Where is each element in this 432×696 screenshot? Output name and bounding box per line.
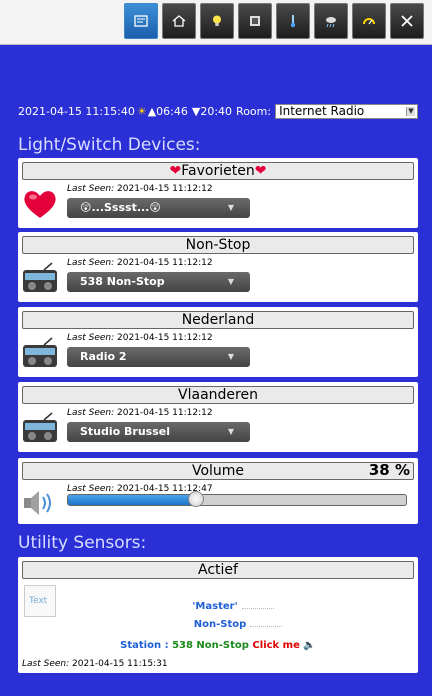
dropdown-value: Radio 2 [80,350,127,363]
utility-title: Actief [22,561,414,579]
chevron-down-icon: ▼ [227,277,234,286]
last-seen: Last Seen: 2021-04-15 11:12:12 [67,333,213,343]
last-seen-label: Last Seen: [67,184,115,194]
station-dropdown[interactable]: Studio Brussel ▼ [67,422,250,442]
status-line: 2021-04-15 11:15:40 ☀ ▲06:46 ▼20:40 Room… [18,103,418,119]
nav-scenes-button[interactable] [238,3,272,39]
station-dropdown[interactable]: 538 Non-Stop ▼ [67,272,250,292]
dashboard-icon [134,15,148,27]
top-nav-bar [0,0,432,45]
chevron-down-icon: ▼ [227,427,234,436]
device-card-nederland: Nederland Last Seen: 2021-04-15 11:12:12… [18,307,418,377]
device-card-non-stop: Non-Stop Last Seen: 2021-04-15 11:12:12 … [18,232,418,302]
radio-icon [23,412,57,442]
text-icon-label: Text [29,596,48,606]
nonstop-label: Non-Stop [188,619,288,630]
utility-section-title: Utility Sensors: [18,533,147,553]
device-card-vlaanderen: Vlaanderen Last Seen: 2021-04-15 11:12:1… [18,382,418,452]
text-sensor-icon: Text [24,585,56,617]
nav-temperature-button[interactable] [276,3,310,39]
tools-icon [401,15,413,27]
last-seen-value: 2021-04-15 11:15:31 [72,659,168,669]
devices-section-title: Light/Switch Devices: [18,135,201,155]
heart-icon: ❤ [169,163,182,179]
film-icon [250,16,260,26]
last-seen-label: Last Seen: [67,333,115,343]
heart-icon [24,191,56,218]
sun-icon: ☀ [136,104,147,118]
master-text: 'Master' [192,601,238,612]
radio-icon [23,262,57,292]
divider [241,608,274,609]
speaker-icon[interactable]: 🔈 [303,640,315,651]
last-seen: Last Seen: 2021-04-15 11:12:12 [67,184,213,194]
dropdown-value: Studio Brussel [80,425,171,438]
dropdown-value: 😲...Sssst...😲 [80,201,161,214]
chevron-down-icon: ▼ [227,352,234,361]
speaker-icon [24,491,51,515]
chevron-down-icon: ▼ [227,203,234,212]
last-seen-label: Last Seen: [67,484,115,494]
room-select-value: Internet Radio [279,103,365,118]
lightbulb-icon [213,15,221,26]
gauge-icon [363,18,375,25]
volume-slider[interactable] [67,494,407,506]
sunrise-time: ▲06:46 [147,104,188,118]
device-title: Nederland [22,311,414,329]
device-title: Non-Stop [22,236,414,254]
nav-utility-button[interactable] [352,3,386,39]
nav-house-button[interactable] [162,3,196,39]
thermometer-icon [290,15,296,28]
last-seen: Last Seen: 2021-04-15 11:15:31 [22,659,168,669]
house-icon [172,15,186,27]
nav-weather-button[interactable] [314,3,348,39]
last-seen-value: 2021-04-15 11:12:12 [117,408,213,418]
click-me-link[interactable]: Click me [252,640,299,651]
device-title: Vlaanderen [22,386,414,404]
device-title: ❤Favorieten❤ [22,162,414,180]
volume-slider-fill [68,495,197,505]
current-datetime: 2021-04-15 11:15:40 [18,104,135,118]
last-seen: Last Seen: 2021-04-15 11:12:12 [67,408,213,418]
sunset-time: ▼20:40 [191,104,233,118]
device-title-text: Favorieten [181,163,255,179]
station-label: Station : [120,640,169,651]
utility-card-actief: Actief Text 'Master' Non-Stop Station : … [18,557,418,673]
station-dropdown[interactable]: Radio 2 ▼ [67,347,250,367]
radio-icon [23,337,57,367]
nonstop-text: Non-Stop [193,619,247,630]
weather-icon [326,17,336,28]
device-card-favorieten: ❤Favorieten❤ Last Seen: 2021-04-15 11:12… [18,158,418,228]
station-line: Station : 538 Non-Stop Click me 🔈 [18,640,418,651]
volume-title: Volume [22,462,414,480]
last-seen-label: Last Seen: [22,659,70,669]
master-label: 'Master' [188,601,278,612]
chevron-down-icon: ▼ [406,106,415,116]
divider [250,626,283,627]
last-seen-value: 2021-04-15 11:12:12 [117,333,213,343]
last-seen: Last Seen: 2021-04-15 11:12:12 [67,258,213,268]
room-select[interactable]: Internet Radio ▼ [275,103,418,119]
volume-percent: 38 % [368,461,410,479]
last-seen-label: Last Seen: [67,258,115,268]
heart-icon: ❤ [254,163,267,179]
nav-dashboard-button[interactable] [124,3,158,39]
last-seen-value: 2021-04-15 11:12:12 [117,258,213,268]
volume-card: Volume 38 % Last Seen: 2021-04-15 11:12:… [18,458,418,524]
last-seen-label: Last Seen: [67,408,115,418]
nav-settings-button[interactable] [390,3,424,39]
last-seen-value: 2021-04-15 11:12:12 [117,184,213,194]
dropdown-value: 538 Non-Stop [80,275,165,288]
station-value: 538 Non-Stop [172,640,249,651]
room-label: Room: [236,104,272,118]
nav-lights-button[interactable] [200,3,234,39]
station-dropdown[interactable]: 😲...Sssst...😲 ▼ [67,198,250,218]
